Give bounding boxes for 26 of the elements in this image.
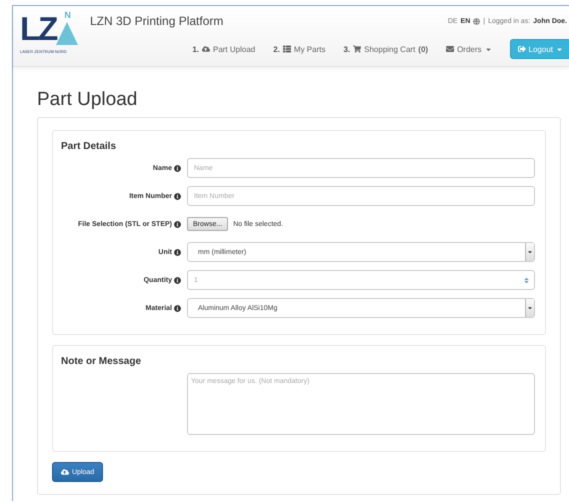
caret-icon (556, 46, 563, 52)
info-icon (174, 276, 181, 284)
section-heading: Note or Message (61, 356, 142, 367)
envelope-icon (446, 45, 454, 53)
nav-link[interactable]: 1. Part Upload (192, 44, 256, 54)
caret-icon (484, 46, 492, 52)
nav-dropdown[interactable]: Orders (446, 44, 492, 54)
spinner-icon (523, 276, 530, 284)
info-icon (174, 304, 181, 312)
cloud-upload-icon (61, 468, 69, 476)
caret-icon (527, 249, 533, 255)
info-icon (174, 248, 181, 256)
nav-link[interactable]: 3. Shopping Cart (0) (343, 44, 428, 54)
list-icon (282, 45, 291, 53)
section-heading: Part Details (61, 141, 118, 152)
app-title: LZN 3D Printing Platform (90, 14, 224, 28)
globe-icon (473, 18, 480, 24)
cart-icon (353, 45, 362, 53)
info-icon (174, 220, 181, 228)
info-icon (174, 192, 181, 200)
caret-icon (527, 305, 533, 311)
logout-icon (518, 45, 526, 53)
nav-link[interactable]: 2. My Parts (273, 44, 326, 54)
info-icon (174, 164, 181, 172)
cloud-upload-icon (202, 45, 210, 53)
page-title: Part Upload (37, 89, 138, 111)
